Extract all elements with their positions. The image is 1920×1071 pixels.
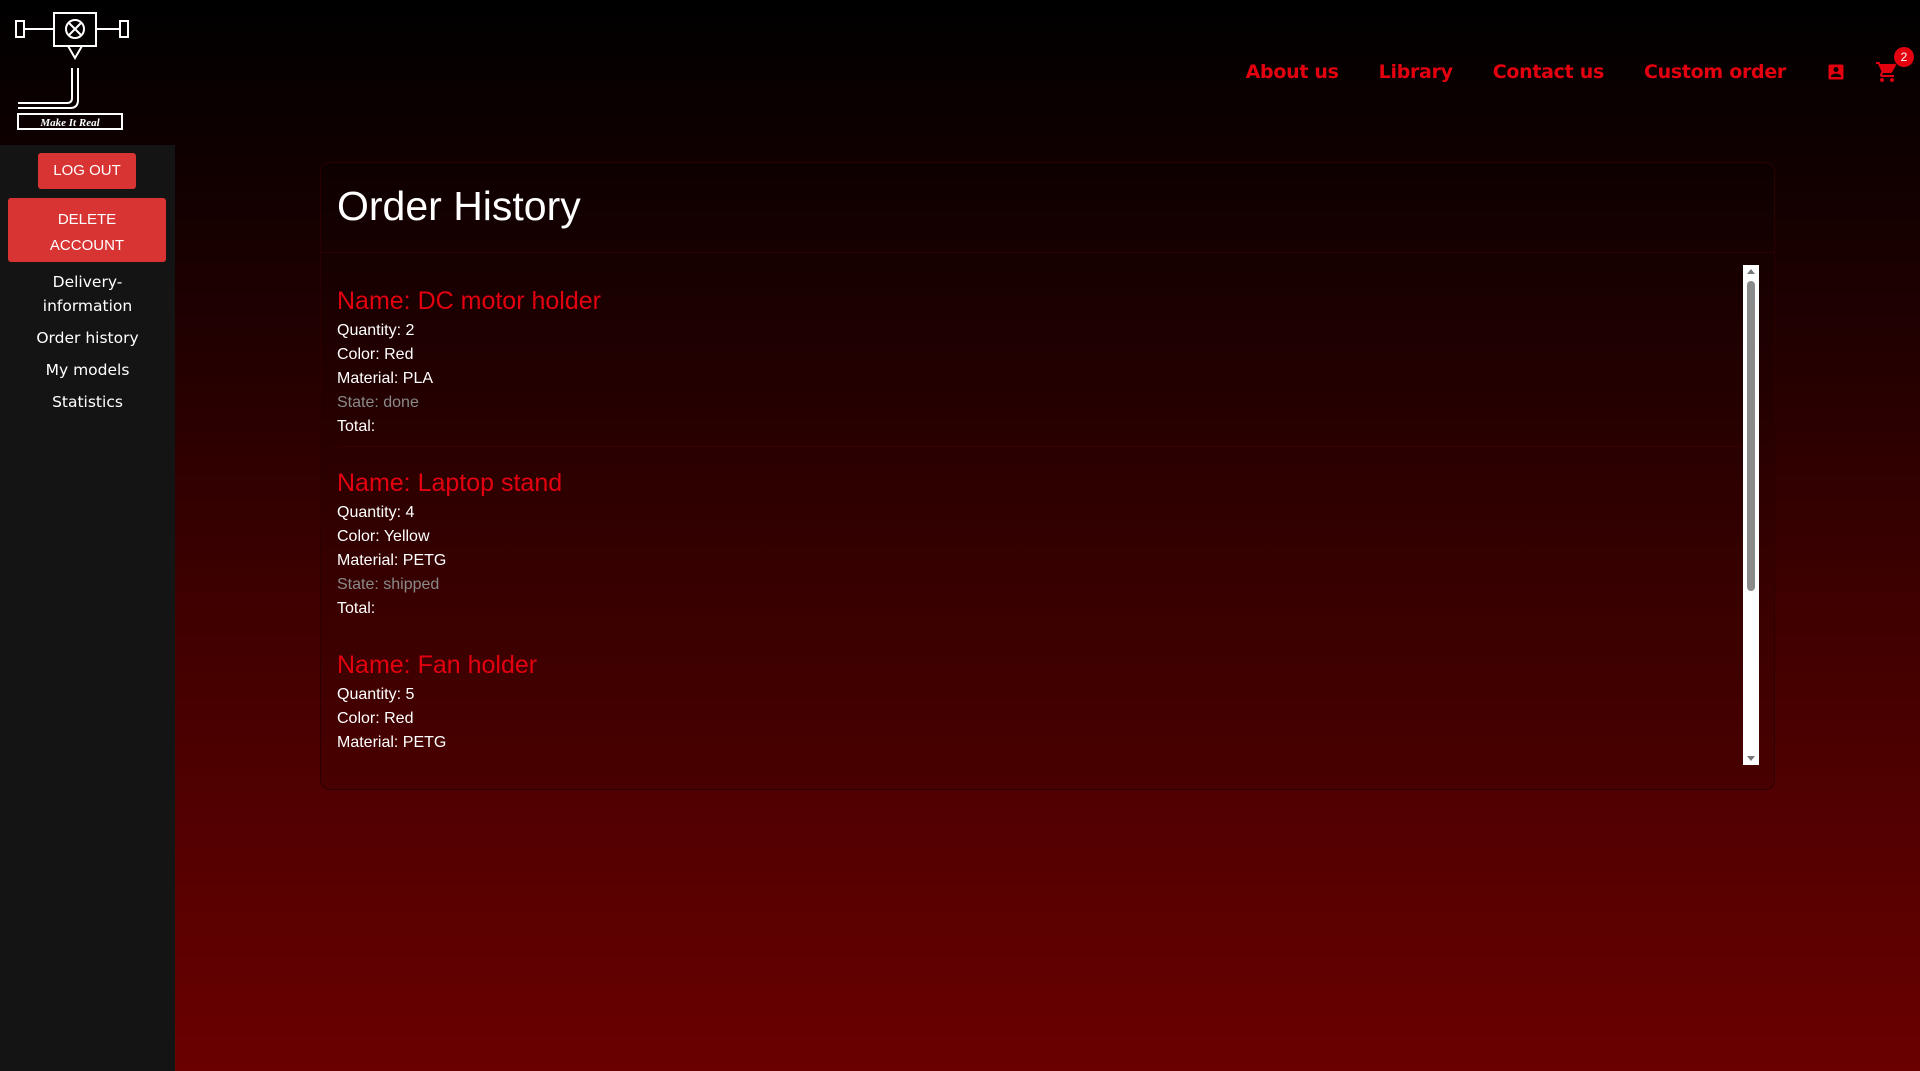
order-material: Material: PETG: [337, 552, 447, 569]
cart-count-badge: 2: [1894, 47, 1914, 67]
logout-button[interactable]: LOG OUT: [38, 153, 136, 189]
order-name: Name: DC motor holder: [337, 287, 601, 315]
order-name: Name: Laptop stand: [337, 469, 563, 497]
order-history-card: Order History Name: DC motor holder Quan…: [320, 162, 1775, 790]
sidebar-item-label: Delivery-: [52, 273, 123, 291]
nav-contact-us[interactable]: Contact us: [1493, 61, 1605, 83]
order-material: Material: PETG: [337, 734, 447, 751]
order-quantity: Quantity: 5: [337, 686, 415, 703]
delete-label-line2: ACCOUNT: [49, 237, 125, 254]
sidebar-item-delivery-information[interactable]: Delivery- information: [0, 270, 175, 318]
nav-about-us[interactable]: About us: [1246, 61, 1339, 83]
sidebar: LOG OUT DELETE ACCOUNT Delivery- informa…: [0, 145, 175, 1071]
order-item: Name: Fan holder Quantity: 5 Color: Red …: [337, 629, 1760, 765]
printer-logo-icon: Make It Real: [15, 12, 129, 130]
sidebar-item-my-models[interactable]: My models: [0, 358, 175, 382]
scroll-down-arrow-icon[interactable]: [1747, 756, 1755, 761]
nav-custom-order[interactable]: Custom order: [1644, 61, 1786, 83]
nav-library[interactable]: Library: [1379, 61, 1453, 83]
scroll-up-arrow-icon[interactable]: [1747, 269, 1755, 274]
order-state: State: shipped: [337, 576, 440, 593]
logo-text: Make It Real: [39, 117, 100, 129]
order-item: Name: DC motor holder Quantity: 2 Color:…: [337, 265, 1760, 447]
shopping-cart-button[interactable]: 2: [1874, 47, 1914, 85]
order-color: Color: Red: [337, 346, 414, 363]
order-state: State: done: [337, 394, 419, 411]
scrollbar-thumb[interactable]: [1747, 281, 1755, 591]
delete-label-line1: DELETE: [57, 211, 117, 228]
order-total: Total:: [337, 418, 376, 435]
account-box-icon[interactable]: [1826, 62, 1846, 82]
order-name: Name: Fan holder: [337, 651, 538, 679]
order-list[interactable]: Name: DC motor holder Quantity: 2 Color:…: [337, 265, 1760, 765]
order-item: Name: Laptop stand Quantity: 4 Color: Ye…: [337, 447, 1760, 629]
sidebar-item-statistics[interactable]: Statistics: [0, 390, 175, 414]
sidebar-links: Delivery- information Order history My m…: [0, 270, 175, 422]
delete-account-button[interactable]: DELETE ACCOUNT: [8, 198, 166, 262]
card-header: Order History: [321, 163, 1774, 253]
sidebar-item-label: information: [42, 297, 133, 315]
top-nav: About us Library Contact us Custom order…: [1246, 47, 1914, 86]
order-color: Color: Yellow: [337, 528, 430, 545]
site-logo[interactable]: Make It Real: [14, 10, 130, 132]
order-list-scrollbar[interactable]: [1743, 265, 1759, 765]
shopping-cart-icon: [1876, 62, 1897, 82]
sidebar-item-order-history[interactable]: Order history: [0, 326, 175, 350]
page-title: Order History: [337, 183, 581, 229]
order-quantity: Quantity: 4: [337, 504, 415, 521]
order-material: Material: PLA: [337, 370, 434, 387]
order-quantity: Quantity: 2: [337, 322, 415, 339]
order-color: Color: Red: [337, 710, 414, 727]
order-total: Total:: [337, 600, 376, 617]
